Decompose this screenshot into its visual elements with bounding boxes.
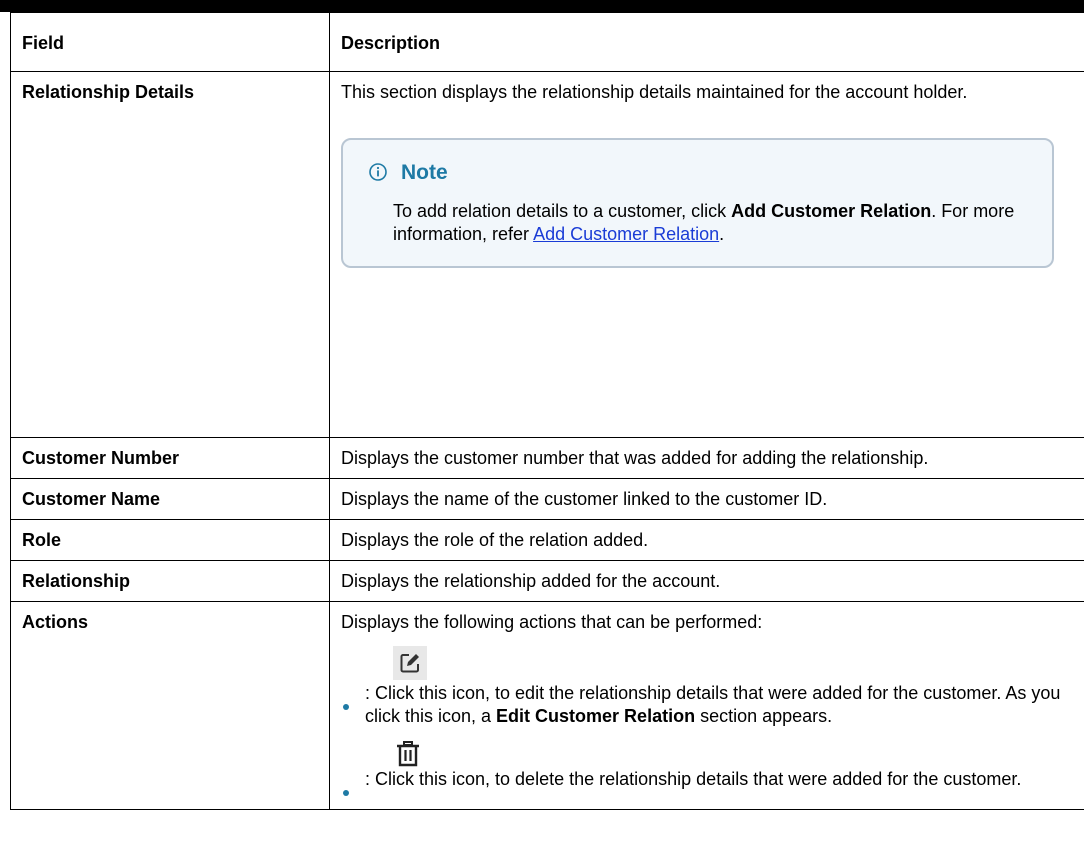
note-bold: Add Customer Relation: [731, 201, 932, 221]
edit-icon-wrap: [393, 646, 1073, 682]
field-name: Customer Name: [10, 478, 330, 520]
field-description: Displays the following actions that can …: [329, 601, 1084, 810]
field-name: Relationship: [10, 560, 330, 602]
table-row: Relationship Details This section displa…: [10, 71, 1084, 438]
field-description: Displays the role of the relation added.: [329, 519, 1084, 561]
field-description-table: Field Description Relationship Details T…: [10, 12, 1084, 810]
note-title: Note: [401, 160, 448, 184]
note-header: Note: [369, 158, 1032, 186]
table-header-row: Field Description: [10, 12, 1084, 72]
note-text-3: .: [719, 224, 725, 244]
field-description: Displays the relationship added for the …: [329, 560, 1084, 602]
edit-action-text: : Click this icon, to edit the relations…: [365, 682, 1073, 728]
field-name: Relationship Details: [10, 71, 330, 438]
header-description: Description: [329, 12, 1084, 72]
field-name: Role: [10, 519, 330, 561]
trash-icon[interactable]: [393, 738, 423, 770]
table-row: Customer Name Displays the name of the c…: [10, 478, 1084, 520]
field-name: Customer Number: [10, 437, 330, 479]
header-field: Field: [10, 12, 330, 72]
actions-list: : Click this icon, to edit the relations…: [341, 646, 1073, 796]
list-item: : Click this icon, to delete the relatio…: [341, 738, 1073, 796]
info-icon: [369, 163, 387, 181]
field-name: Actions: [10, 601, 330, 810]
edit-icon[interactable]: [393, 646, 427, 680]
trash-icon-wrap: [393, 738, 1073, 768]
table-row: Relationship Displays the relationship a…: [10, 560, 1084, 602]
field-description: Displays the name of the customer linked…: [329, 478, 1084, 520]
table-row: Customer Number Displays the customer nu…: [10, 437, 1084, 479]
delete-action-text: : Click this icon, to delete the relatio…: [365, 769, 1022, 789]
add-customer-relation-link[interactable]: Add Customer Relation: [533, 224, 719, 244]
note-box: Note To add relation details to a custom…: [341, 138, 1054, 268]
list-item: : Click this icon, to edit the relations…: [341, 646, 1073, 728]
actions-intro: Displays the following actions that can …: [341, 612, 763, 632]
description-text: This section displays the relationship d…: [341, 82, 968, 102]
table-row: Role Displays the role of the relation a…: [10, 519, 1084, 561]
top-rule: [0, 0, 1084, 12]
note-text-1: To add relation details to a customer, c…: [393, 201, 732, 221]
note-body: To add relation details to a customer, c…: [393, 200, 1032, 246]
edit-text-2: section appears.: [695, 706, 833, 726]
field-description: Displays the customer number that was ad…: [329, 437, 1084, 479]
field-description: This section displays the relationship d…: [329, 71, 1084, 438]
edit-bold: Edit Customer Relation: [496, 706, 696, 726]
table-row: Actions Displays the following actions t…: [10, 601, 1084, 810]
